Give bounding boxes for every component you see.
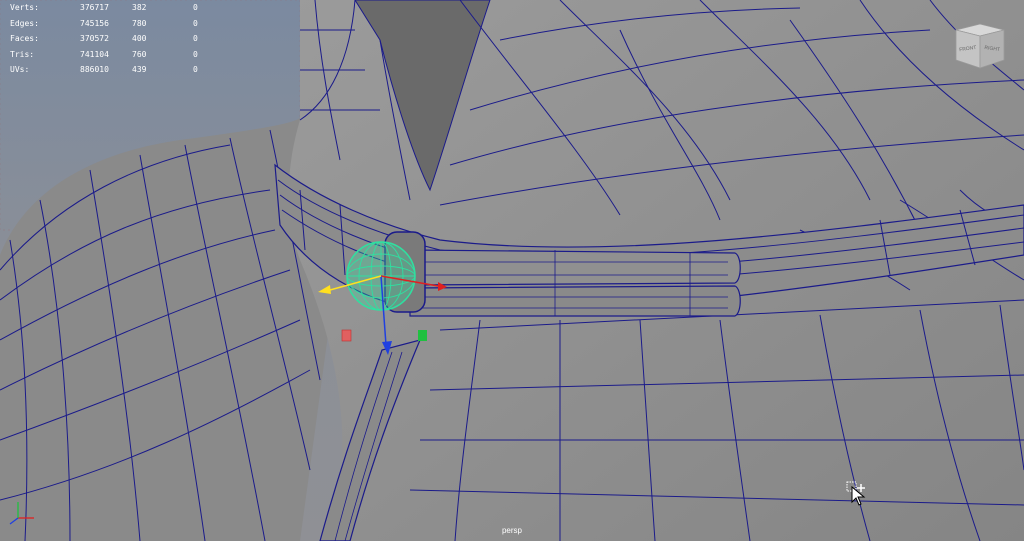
hud-total: 376717 bbox=[80, 3, 109, 12]
move-cursor-icon bbox=[846, 481, 866, 506]
scene-canvas[interactable] bbox=[0, 0, 1024, 541]
hud-row-verts: Verts: 376717 382 0 bbox=[0, 0, 220, 16]
hud-label: Tris: bbox=[10, 49, 35, 59]
hud-selected: 760 bbox=[132, 49, 147, 59]
hud-extra: 0 bbox=[193, 65, 198, 74]
hud-total: 745156 bbox=[80, 18, 109, 28]
poly-count-hud: Verts: 376717 382 0 Edges: 745156 780 0 … bbox=[0, 0, 220, 78]
hud-total: 370572 bbox=[80, 34, 109, 43]
hud-extra: 0 bbox=[193, 18, 198, 28]
hud-row-uvs: UVs: 886010 439 0 bbox=[0, 62, 220, 78]
camera-name-label: persp bbox=[501, 526, 522, 535]
hud-extra: 0 bbox=[193, 3, 198, 12]
hud-extra: 0 bbox=[193, 49, 198, 59]
hud-total: 886010 bbox=[80, 65, 109, 74]
manipulator-xy-plane-handle[interactable] bbox=[341, 329, 352, 342]
hud-row-edges: Edges: 745156 780 0 bbox=[0, 16, 220, 32]
hud-selected: 439 bbox=[132, 65, 147, 74]
viewcube-icon[interactable]: FRONT RIGHT bbox=[950, 20, 1008, 72]
hud-label: Verts: bbox=[10, 3, 39, 12]
hud-label: UVs: bbox=[10, 65, 30, 74]
manipulator-y-plane-handle[interactable] bbox=[418, 330, 427, 341]
hud-row-tris: Tris: 741104 760 0 bbox=[0, 47, 220, 63]
hud-row-faces: Faces: 370572 400 0 bbox=[0, 31, 220, 47]
maya-perspective-viewport[interactable]: Verts: 376717 382 0 Edges: 745156 780 0 … bbox=[0, 0, 1024, 541]
hud-selected: 780 bbox=[132, 18, 147, 28]
hud-label: Faces: bbox=[10, 34, 39, 43]
hud-label: Edges: bbox=[10, 18, 39, 28]
hud-selected: 400 bbox=[132, 34, 147, 43]
hud-total: 741104 bbox=[80, 49, 109, 59]
hud-extra: 0 bbox=[193, 34, 198, 43]
hud-selected: 382 bbox=[132, 3, 147, 12]
